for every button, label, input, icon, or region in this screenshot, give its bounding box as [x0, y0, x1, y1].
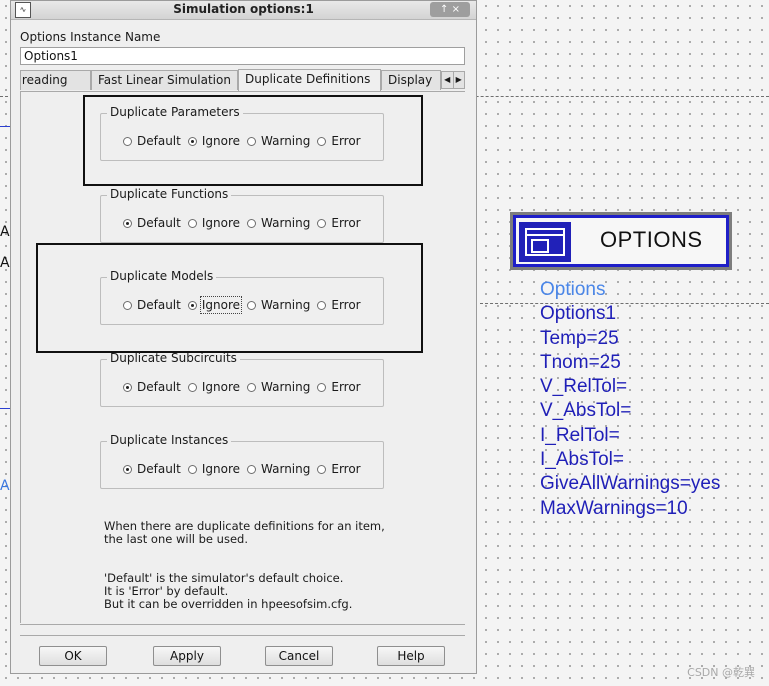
- group-title: Duplicate Instances: [107, 433, 232, 447]
- window-title: Simulation options:1: [173, 2, 314, 16]
- wire-segment: [0, 126, 10, 127]
- group-duplicate-functions: Duplicate Functions Default Ignore Warni…: [100, 187, 384, 243]
- scroll-right-icon[interactable]: ▶: [452, 72, 465, 88]
- schematic-edge-text: A: [0, 224, 10, 240]
- scroll-left-icon[interactable]: ◀: [442, 72, 453, 88]
- radio-ignore[interactable]: Ignore: [187, 380, 240, 394]
- highlight-box: [36, 243, 423, 353]
- help-button[interactable]: Help: [377, 646, 445, 666]
- window-icon: [519, 222, 571, 262]
- radio-warning[interactable]: Warning: [247, 216, 310, 230]
- radio-ignore[interactable]: Ignore: [187, 216, 240, 230]
- group-title: Duplicate Subcircuits: [107, 351, 240, 365]
- tab-scroll-buttons[interactable]: ◀ ▶: [441, 71, 465, 89]
- info-note-default: 'Default' is the simulator's default cho…: [104, 571, 353, 611]
- tab-threading[interactable]: Threading: [20, 70, 91, 90]
- param-line: Temp=25: [540, 327, 619, 349]
- radio-warning[interactable]: Warning: [247, 380, 310, 394]
- component-parameter-list[interactable]: Options Options1 Temp=25 Tnom=25 V_RelTo…: [540, 278, 720, 521]
- dialog-button-bar: OK Apply Cancel Help: [20, 635, 465, 668]
- group-duplicate-instances: Duplicate Instances Default Ignore Warni…: [100, 433, 384, 489]
- wire-segment: [0, 408, 10, 409]
- symbol-title: OPTIONS: [600, 227, 703, 252]
- cancel-button[interactable]: Cancel: [265, 646, 333, 666]
- apply-button[interactable]: Apply: [153, 646, 221, 666]
- options-component-symbol[interactable]: OPTIONS: [510, 212, 732, 270]
- info-note-duplicates: When there are duplicate definitions for…: [104, 519, 385, 546]
- tab-duplicate-definitions[interactable]: Duplicate Definitions: [238, 69, 381, 91]
- param-line: Tnom=25: [540, 351, 621, 373]
- instance-name-input[interactable]: Options1: [20, 47, 465, 65]
- window-controls[interactable]: ↑ ×: [430, 2, 470, 17]
- title-bar[interactable]: ∿ Simulation options:1 ↑ ×: [11, 1, 476, 20]
- group-title: Duplicate Functions: [107, 187, 232, 201]
- param-line: Options1: [540, 303, 617, 325]
- radio-error[interactable]: Error: [317, 380, 361, 394]
- window-controls-label: ↑ ×: [440, 4, 460, 15]
- param-line: GiveAllWarnings=yes: [540, 473, 721, 495]
- param-line: I_AbsTol=: [540, 449, 624, 471]
- instance-name-label: Options Instance Name: [20, 30, 161, 44]
- watermark: CSDN @乾巽: [687, 666, 755, 679]
- radio-ignore[interactable]: Ignore: [187, 462, 240, 476]
- param-line: V_RelTol=: [540, 376, 628, 398]
- radio-default[interactable]: Default: [123, 462, 181, 476]
- tab-bar: Threading Fast Linear Simulation Duplica…: [20, 69, 465, 91]
- schematic-edge-text: A: [0, 478, 10, 494]
- param-line: Options: [540, 279, 606, 300]
- tab-fast-linear-simulation[interactable]: Fast Linear Simulation: [91, 70, 238, 90]
- schematic-edge-text: A: [0, 255, 10, 271]
- param-line: V_AbsTol=: [540, 400, 632, 422]
- group-duplicate-subcircuits: Duplicate Subcircuits Default Ignore War…: [100, 351, 384, 407]
- ok-button[interactable]: OK: [39, 646, 107, 666]
- radio-default[interactable]: Default: [123, 216, 181, 230]
- param-line: I_RelTol=: [540, 424, 620, 446]
- radio-error[interactable]: Error: [317, 216, 361, 230]
- param-line: MaxWarnings=10: [540, 497, 688, 519]
- radio-default[interactable]: Default: [123, 380, 181, 394]
- radio-warning[interactable]: Warning: [247, 462, 310, 476]
- tab-display[interactable]: Display: [381, 70, 441, 90]
- radio-error[interactable]: Error: [317, 462, 361, 476]
- highlight-box: [83, 95, 423, 186]
